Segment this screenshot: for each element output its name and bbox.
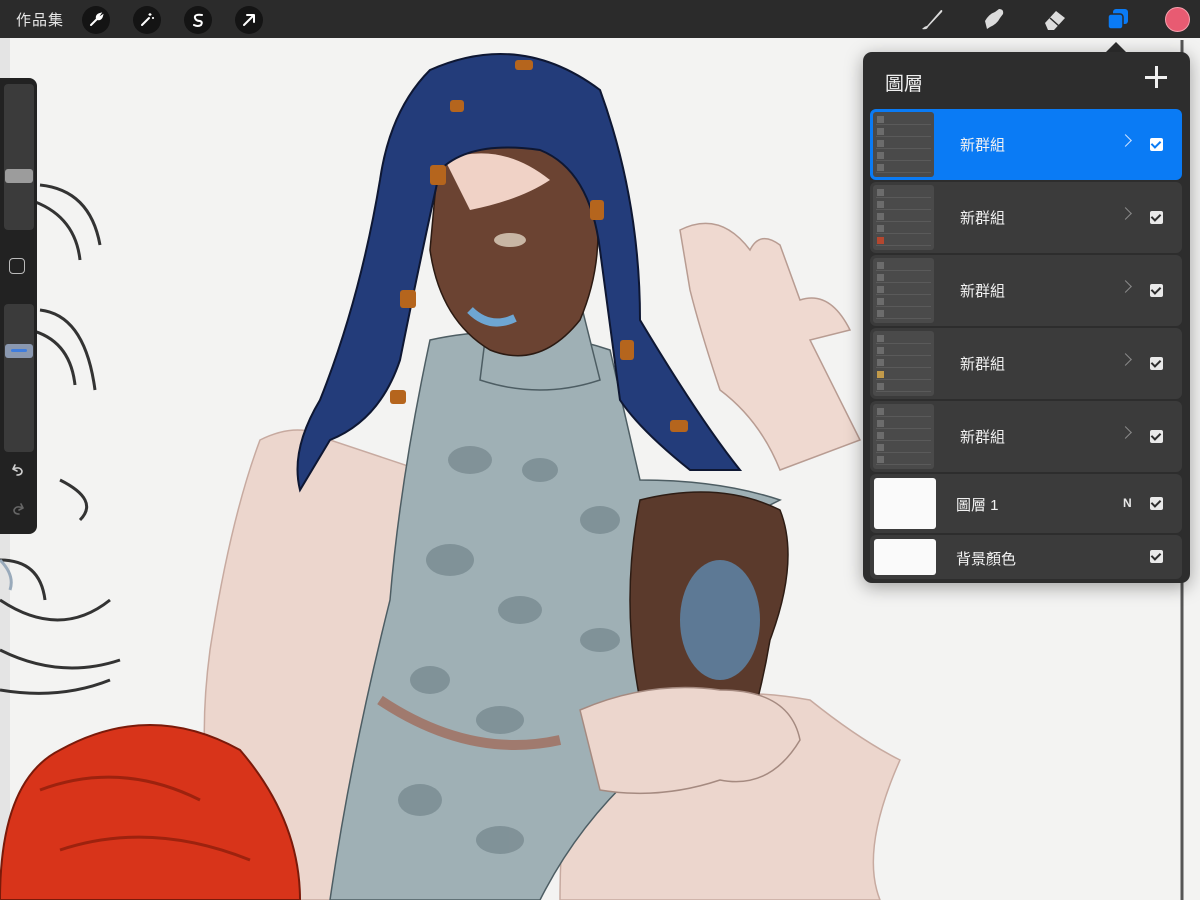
left-sidebar — [0, 78, 37, 534]
brush-size-handle[interactable] — [5, 169, 33, 183]
chevron-right-icon[interactable] — [1119, 426, 1132, 439]
layer-thumbnail — [873, 185, 934, 250]
add-layer-button[interactable] — [1145, 66, 1167, 88]
background-color-row[interactable]: 背景顏色 — [870, 535, 1182, 579]
chevron-right-icon[interactable] — [1119, 353, 1132, 366]
visibility-checkbox[interactable] — [1150, 550, 1163, 563]
chevron-right-icon[interactable] — [1119, 134, 1132, 147]
layer-name: 新群組 — [960, 210, 1006, 227]
layer-name: 新群組 — [960, 283, 1006, 300]
gallery-button[interactable]: 作品集 — [16, 9, 64, 30]
wrench-icon[interactable] — [82, 6, 110, 34]
layer-row[interactable]: 圖層 1 N — [870, 474, 1182, 533]
opacity-handle[interactable] — [5, 344, 33, 358]
opacity-slider[interactable] — [4, 304, 34, 452]
visibility-checkbox[interactable] — [1150, 357, 1163, 370]
layer-name: 新群組 — [960, 356, 1006, 373]
transform-arrow-icon[interactable] — [235, 6, 263, 34]
layer-row[interactable]: 新群組 — [870, 401, 1182, 472]
undo-icon[interactable] — [9, 463, 27, 484]
redo-icon[interactable] — [9, 502, 27, 523]
layer-thumbnail — [874, 478, 936, 529]
chevron-right-icon[interactable] — [1119, 280, 1132, 293]
eraser-icon[interactable] — [1040, 4, 1070, 34]
visibility-checkbox[interactable] — [1150, 430, 1163, 443]
visibility-checkbox[interactable] — [1150, 284, 1163, 297]
blend-mode-button[interactable]: N — [1123, 496, 1132, 510]
layer-row[interactable]: 新群組 — [870, 109, 1182, 180]
modify-button[interactable] — [9, 258, 25, 274]
selection-icon[interactable] — [184, 6, 212, 34]
panel-title: 圖層 — [885, 74, 924, 95]
top-toolbar: 作品集 — [0, 0, 1200, 38]
layer-name: 圖層 1 — [956, 497, 999, 514]
background-swatch[interactable] — [874, 539, 936, 575]
visibility-checkbox[interactable] — [1150, 138, 1163, 151]
layer-row[interactable]: 新群組 — [870, 182, 1182, 253]
layer-name: 新群組 — [960, 137, 1006, 154]
layer-row[interactable]: 新群組 — [870, 255, 1182, 326]
layer-thumbnail — [873, 112, 934, 177]
layer-name: 新群組 — [960, 429, 1006, 446]
brush-icon[interactable] — [917, 4, 947, 34]
color-picker-button[interactable] — [1165, 7, 1190, 32]
brush-size-slider[interactable] — [4, 84, 34, 230]
layers-icon[interactable] — [1103, 4, 1133, 34]
smudge-icon[interactable] — [979, 4, 1009, 34]
layer-thumbnail — [873, 258, 934, 323]
layer-row[interactable]: 新群組 — [870, 328, 1182, 399]
visibility-checkbox[interactable] — [1150, 497, 1163, 510]
layers-panel: 圖層 新群組 新群組 新群組 新群組 新群組 圖層 1 N 背景顏色 — [863, 52, 1190, 583]
magic-wand-icon[interactable] — [133, 6, 161, 34]
visibility-checkbox[interactable] — [1150, 211, 1163, 224]
chevron-right-icon[interactable] — [1119, 207, 1132, 220]
layer-thumbnail — [873, 404, 934, 469]
layer-name: 背景顏色 — [956, 551, 1017, 568]
layer-thumbnail — [873, 331, 934, 396]
